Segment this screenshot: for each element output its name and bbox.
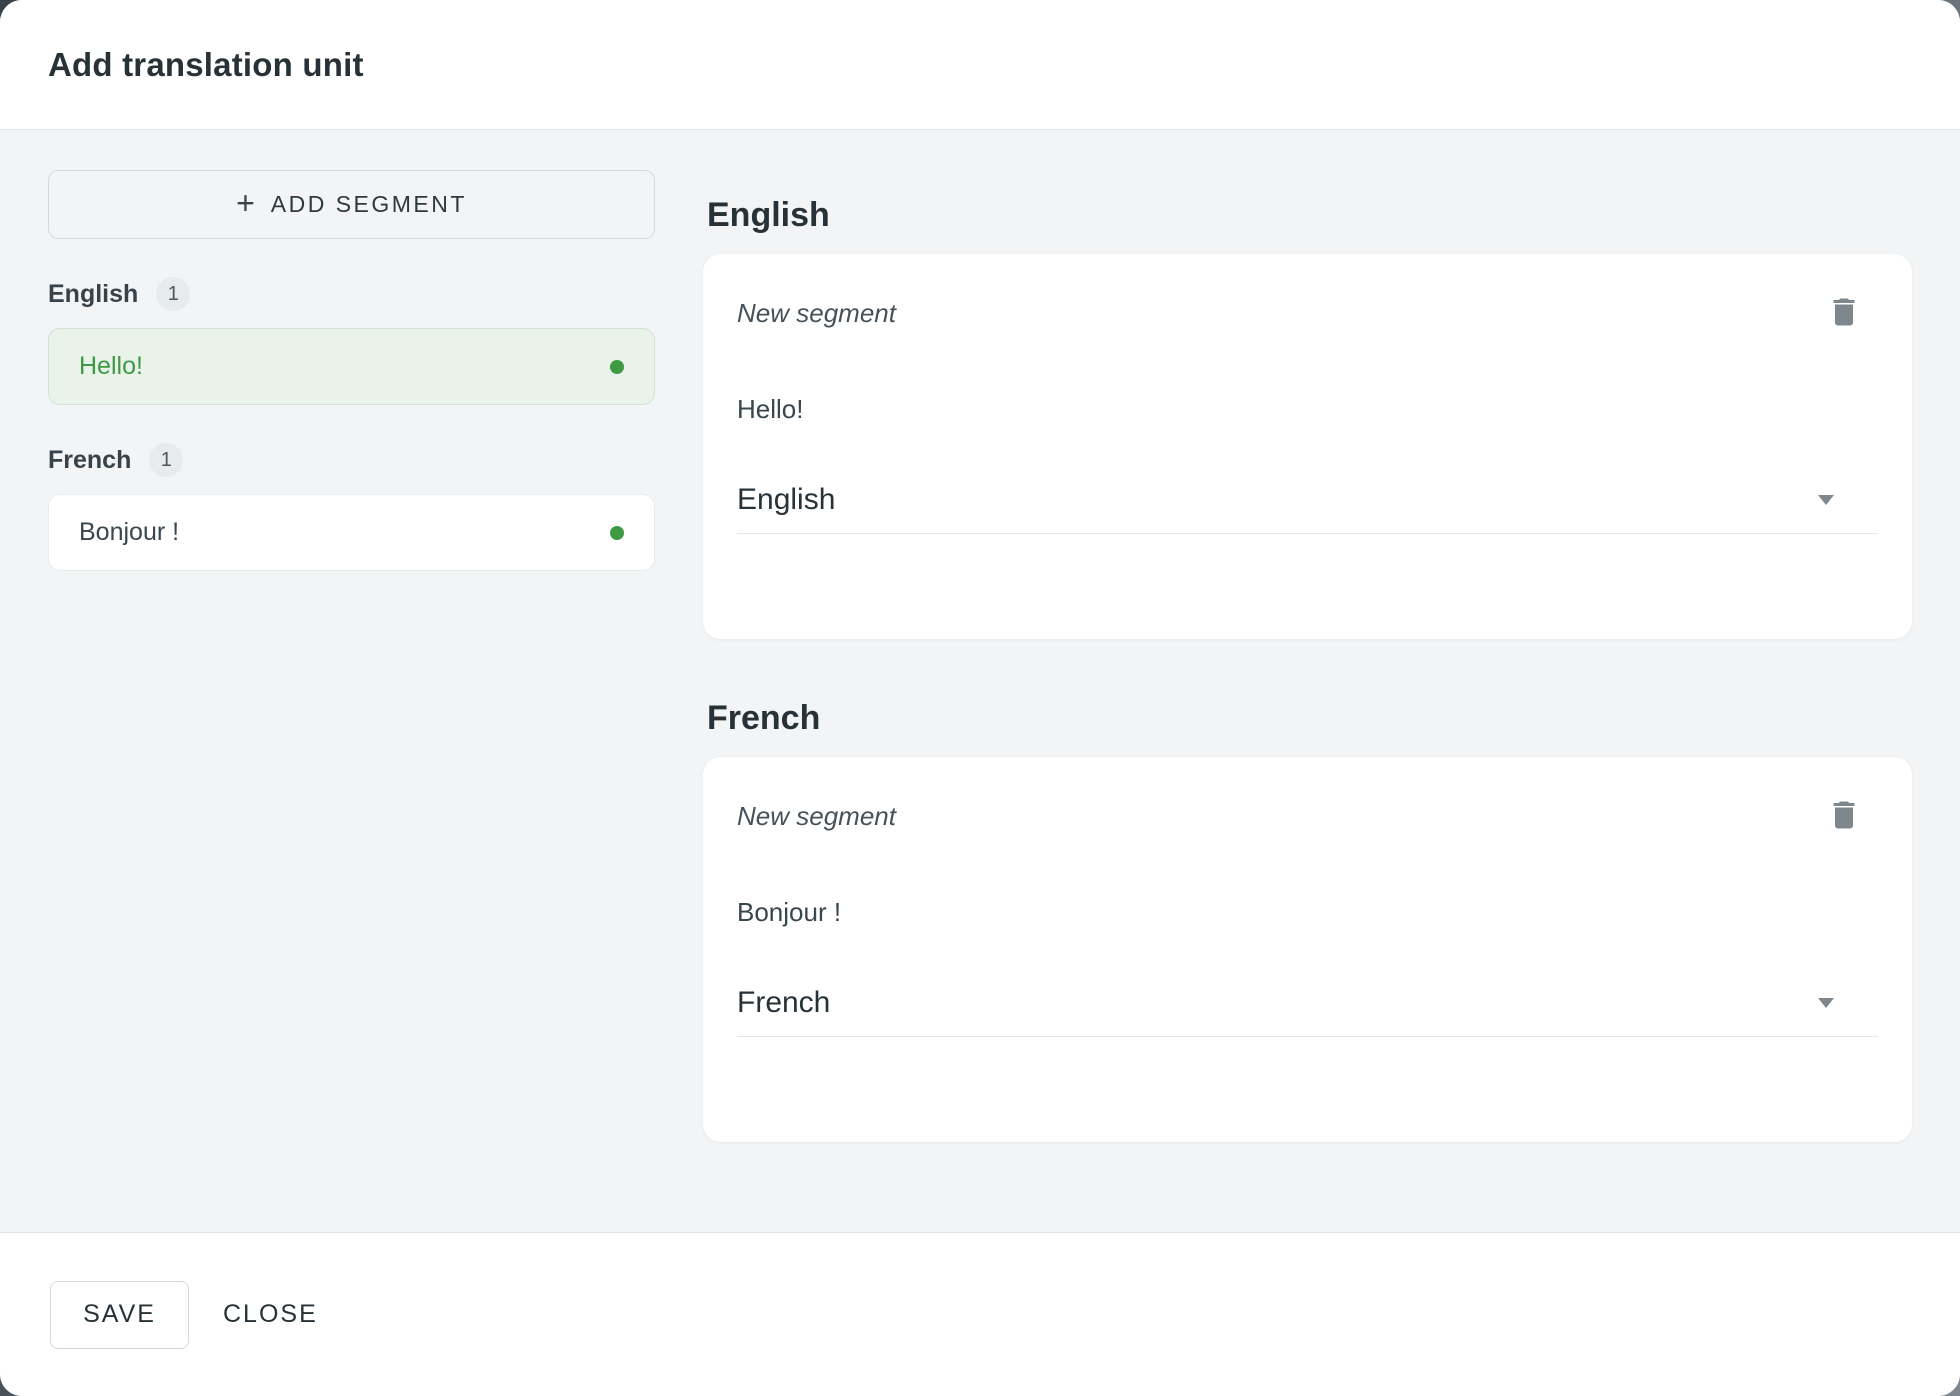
card-top-row: New segment [737,294,1878,332]
segment-chip-english[interactable]: Hello! [48,328,655,405]
editor-heading-french: French [707,699,1912,738]
segment-status-dot [610,526,624,540]
segments-sidebar: + ADD SEGMENT English 1 Hello! French 1 … [48,170,655,1232]
segment-count-badge: 1 [156,277,190,311]
new-segment-label: New segment [737,294,896,329]
sidebar-language-english: English 1 [48,277,653,311]
segment-count-badge: 1 [149,443,183,477]
trash-icon [1826,318,1862,333]
close-button[interactable]: CLOSE [223,1300,318,1329]
segment-editors: English New segment Hello! English Frenc… [703,170,1912,1232]
chevron-down-icon [1818,495,1834,505]
dialog-header: Add translation unit [0,0,1960,130]
chevron-down-icon [1818,998,1834,1008]
segment-text-input[interactable]: Hello! [737,394,1878,425]
save-button[interactable]: SAVE [50,1281,189,1349]
editor-card-english: New segment Hello! English [703,254,1912,639]
add-segment-label: ADD SEGMENT [271,191,467,218]
segment-chip-text: Hello! [79,352,143,381]
language-label: English [48,280,138,309]
delete-segment-button[interactable] [1824,795,1864,835]
language-select-english[interactable]: English [737,483,1878,534]
trash-icon [1826,821,1862,836]
dialog-content: + ADD SEGMENT English 1 Hello! French 1 … [0,130,1960,1232]
add-segment-button[interactable]: + ADD SEGMENT [48,170,655,239]
segment-text-input[interactable]: Bonjour ! [737,897,1878,928]
dialog-footer: SAVE CLOSE [0,1232,1960,1396]
new-segment-label: New segment [737,797,896,832]
card-top-row: New segment [737,797,1878,835]
segment-status-dot [610,360,624,374]
language-select-value: English [737,483,835,517]
page-title: Add translation unit [48,46,364,84]
language-select-value: French [737,986,830,1020]
segment-chip-french[interactable]: Bonjour ! [48,494,655,571]
editor-card-french: New segment Bonjour ! French [703,757,1912,1142]
sidebar-language-french: French 1 [48,443,653,477]
plus-icon: + [236,187,255,219]
segment-chip-text: Bonjour ! [79,518,179,547]
language-select-french[interactable]: French [737,986,1878,1037]
add-translation-unit-dialog: Add translation unit + ADD SEGMENT Engli… [0,0,1960,1396]
language-label: French [48,446,131,475]
delete-segment-button[interactable] [1824,292,1864,332]
editor-heading-english: English [707,196,1912,235]
